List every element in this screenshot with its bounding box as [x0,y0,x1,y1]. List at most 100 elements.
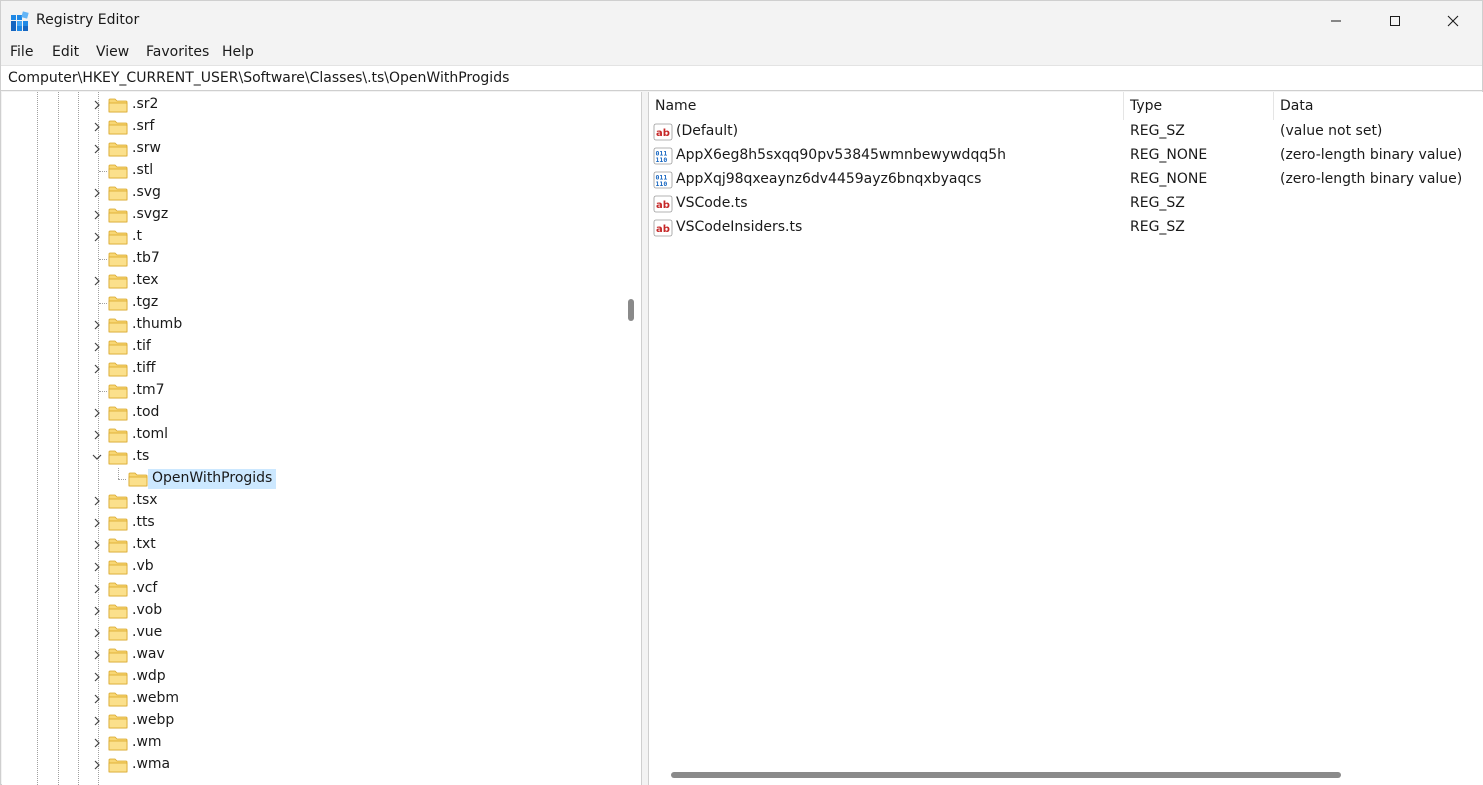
tree-item-label: .srw [132,140,161,156]
chevron-right-icon[interactable] [90,736,104,750]
svg-text:ab: ab [656,200,670,211]
title-bar[interactable]: Registry Editor [1,1,1482,41]
folder-icon [108,98,128,113]
tree-item-label: .vob [132,602,163,618]
chevron-down-icon[interactable] [90,450,104,464]
value-row[interactable]: ab VSCode.ts REG_SZ [649,192,1483,216]
tree-item[interactable]: .toml [2,424,619,446]
close-button[interactable] [1424,1,1482,41]
tree-item[interactable]: .wm [2,732,619,754]
tree-item[interactable]: .stl [2,160,619,182]
tree-item[interactable]: .vue [2,622,619,644]
value-row[interactable]: 011 110 AppX6eg8h5sxqq90pv53845wmnbewywdqq… [649,144,1483,168]
chevron-right-icon[interactable] [90,560,104,574]
tree-item[interactable]: .tsx [2,490,619,512]
value-type: REG_SZ [1130,123,1185,139]
chevron-right-icon[interactable] [90,626,104,640]
value-data: (zero-length binary value) [1280,171,1463,187]
folder-icon [108,384,128,399]
tree-item[interactable]: .tts [2,512,619,534]
tree-item[interactable]: .tm7 [2,380,619,402]
tree-item[interactable]: .webm [2,688,619,710]
tree-item[interactable]: .ts [2,446,619,468]
tree-vertical-scrollbar[interactable] [621,92,641,785]
chevron-right-icon[interactable] [90,318,104,332]
tree-item[interactable]: .vcf [2,578,619,600]
address-path[interactable]: Computer\HKEY_CURRENT_USER\Software\Clas… [8,70,509,86]
tree-item[interactable]: .wav [2,644,619,666]
tree-item[interactable]: .wma [2,754,619,776]
tree-item[interactable]: .svgz [2,204,619,226]
tree-item[interactable]: .tiff [2,358,619,380]
tree-guide-line [118,479,126,480]
tree-item-selected[interactable]: OpenWithProgids [2,468,619,490]
tree-item-label: .svg [132,184,161,200]
value-type: REG_NONE [1130,147,1208,163]
chevron-right-icon[interactable] [90,692,104,706]
folder-icon [108,494,128,509]
chevron-right-icon[interactable] [90,516,104,530]
chevron-right-icon[interactable] [90,98,104,112]
window-title: Registry Editor [36,12,140,28]
value-type: REG_SZ [1130,195,1185,211]
chevron-right-icon[interactable] [90,648,104,662]
tree-item[interactable]: .sr2 [2,94,619,116]
menu-favorites[interactable]: Favorites [146,44,209,60]
tree-item-label: .vcf [132,580,158,596]
column-header-data[interactable]: Data [1274,92,1313,120]
folder-icon [108,406,128,421]
chevron-right-icon[interactable] [90,186,104,200]
column-header-name[interactable]: Name [649,92,696,120]
values-scroll-thumb[interactable] [671,772,1341,778]
key-tree-pane[interactable]: .sr2 .srf .srw .stl .svg .svgz .t .tb7 .tex .tgz.… [2,92,642,785]
values-horizontal-scrollbar[interactable] [649,764,1483,784]
chevron-right-icon[interactable] [90,406,104,420]
tree-item[interactable]: .svg [2,182,619,204]
chevron-right-icon[interactable] [90,538,104,552]
value-row[interactable]: 011 110 AppXqj98qxeaynz6dv4459ayz6bnqxbyaq… [649,168,1483,192]
tree-item[interactable]: .t [2,226,619,248]
tree-item[interactable]: .wdp [2,666,619,688]
tree-item[interactable]: .tgz [2,292,619,314]
tree-item[interactable]: .tex [2,270,619,292]
tree-item[interactable]: .webp [2,710,619,732]
chevron-right-icon[interactable] [90,120,104,134]
menu-file[interactable]: File [10,44,33,60]
menu-edit[interactable]: Edit [52,44,79,60]
chevron-right-icon[interactable] [90,670,104,684]
tree-item[interactable]: .tod [2,402,619,424]
tree-item[interactable]: .vob [2,600,619,622]
chevron-right-icon[interactable] [90,428,104,442]
chevron-right-icon[interactable] [90,362,104,376]
tree-item[interactable]: .tif [2,336,619,358]
value-row[interactable]: ab (Default) REG_SZ (value not set) [649,120,1483,144]
chevron-right-icon[interactable] [90,582,104,596]
column-header-type[interactable]: Type [1124,92,1162,120]
tree-item[interactable]: .srw [2,138,619,160]
chevron-right-icon[interactable] [90,714,104,728]
tree-scroll-thumb[interactable] [628,299,634,321]
tree-item[interactable]: .txt [2,534,619,556]
tree-item[interactable]: .tb7 [2,248,619,270]
chevron-right-icon[interactable] [90,274,104,288]
chevron-right-icon[interactable] [90,208,104,222]
chevron-right-icon[interactable] [90,340,104,354]
tree-item[interactable]: .vb [2,556,619,578]
chevron-right-icon[interactable] [90,758,104,772]
chevron-right-icon[interactable] [90,142,104,156]
tree-item[interactable]: .thumb [2,314,619,336]
registry-editor-window: Registry Editor File Edit View Favorites… [0,0,1483,785]
menu-help[interactable]: Help [222,44,254,60]
chevron-right-icon[interactable] [90,230,104,244]
chevron-right-icon[interactable] [90,604,104,618]
minimize-button[interactable] [1307,1,1365,41]
values-pane[interactable]: Name Type Data ab (Default) REG_SZ (value n… [648,92,1483,785]
chevron-right-icon[interactable] [90,494,104,508]
tree-item-label: .wm [132,734,162,750]
value-row[interactable]: ab VSCodeInsiders.ts REG_SZ [649,216,1483,240]
tree-item-label: .tod [132,404,160,420]
menu-view[interactable]: View [96,44,129,60]
maximize-button[interactable] [1366,1,1424,41]
address-bar[interactable]: Computer\HKEY_CURRENT_USER\Software\Clas… [1,65,1482,91]
tree-item[interactable]: .srf [2,116,619,138]
